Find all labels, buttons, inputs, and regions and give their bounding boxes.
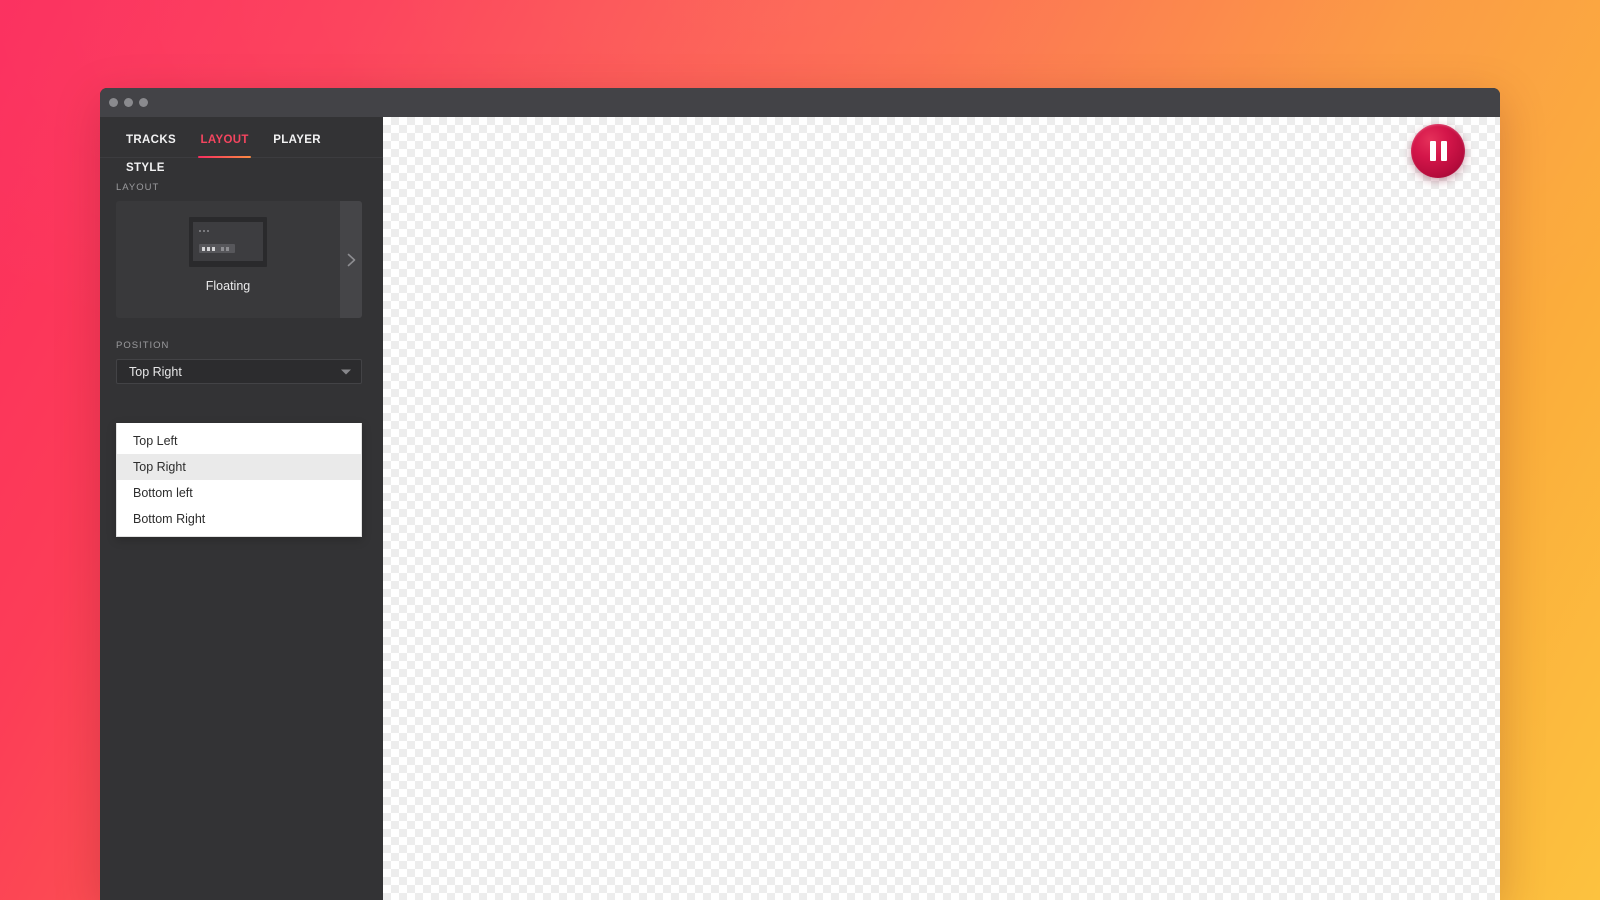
- tab-tracks[interactable]: TRACKS: [126, 134, 176, 158]
- thumbnail-window-dots: [199, 230, 211, 232]
- layout-next-button[interactable]: [340, 201, 362, 318]
- thumbnail-player-controls: [199, 244, 235, 253]
- thumbnail-extra-icon-1: [221, 246, 224, 251]
- position-select-value: Top Right: [129, 364, 182, 379]
- layout-name: Floating: [205, 279, 251, 293]
- window-close-dot[interactable]: [109, 98, 118, 107]
- layout-thumbnail-floating: [189, 217, 267, 267]
- position-select[interactable]: Top Right: [116, 359, 362, 384]
- chevron-right-icon: [347, 253, 355, 266]
- layout-preview-pane: Floating: [116, 201, 340, 318]
- dropdown-option-top-right[interactable]: Top Right: [117, 454, 361, 480]
- dropdown-option-bottom-left[interactable]: Bottom left: [117, 480, 361, 506]
- position-section: POSITION Top Right: [100, 318, 383, 384]
- window-titlebar: [100, 88, 1500, 117]
- settings-sidebar: TRACKS LAYOUT PLAYER STYLE LAYOUT Floati…: [100, 117, 383, 900]
- tab-style[interactable]: STYLE: [126, 162, 165, 186]
- sidebar-tabbar: TRACKS LAYOUT PLAYER STYLE: [100, 117, 383, 174]
- desktop-background: TRACKS LAYOUT PLAYER STYLE LAYOUT Floati…: [0, 0, 1600, 900]
- thumbnail-prev-icon: [202, 246, 205, 251]
- caret-down-icon: [341, 369, 351, 374]
- pause-icon-bar-left: [1429, 141, 1436, 161]
- pause-icon-bar-right: [1440, 141, 1447, 161]
- tab-player[interactable]: PLAYER: [273, 134, 321, 158]
- dropdown-option-top-left[interactable]: Top Left: [117, 428, 361, 454]
- thumbnail-extra-icon-2: [226, 246, 229, 251]
- position-section-label: POSITION: [116, 340, 170, 351]
- dropdown-option-bottom-right[interactable]: Bottom Right: [117, 506, 361, 532]
- window-zoom-dot[interactable]: [139, 98, 148, 107]
- app-window: TRACKS LAYOUT PLAYER STYLE LAYOUT Floati…: [100, 88, 1500, 900]
- layout-preview-card[interactable]: Floating: [116, 201, 362, 318]
- thumbnail-play-icon: [207, 246, 210, 251]
- preview-canvas: [383, 117, 1500, 900]
- position-dropdown-menu: Top Left Top Right Bottom left Bottom Ri…: [116, 423, 362, 537]
- thumbnail-video-area: [193, 222, 263, 261]
- tab-layout[interactable]: LAYOUT: [198, 134, 252, 158]
- thumbnail-next-icon: [212, 246, 215, 251]
- floating-player-button[interactable]: [1411, 124, 1465, 178]
- window-minimize-dot[interactable]: [124, 98, 133, 107]
